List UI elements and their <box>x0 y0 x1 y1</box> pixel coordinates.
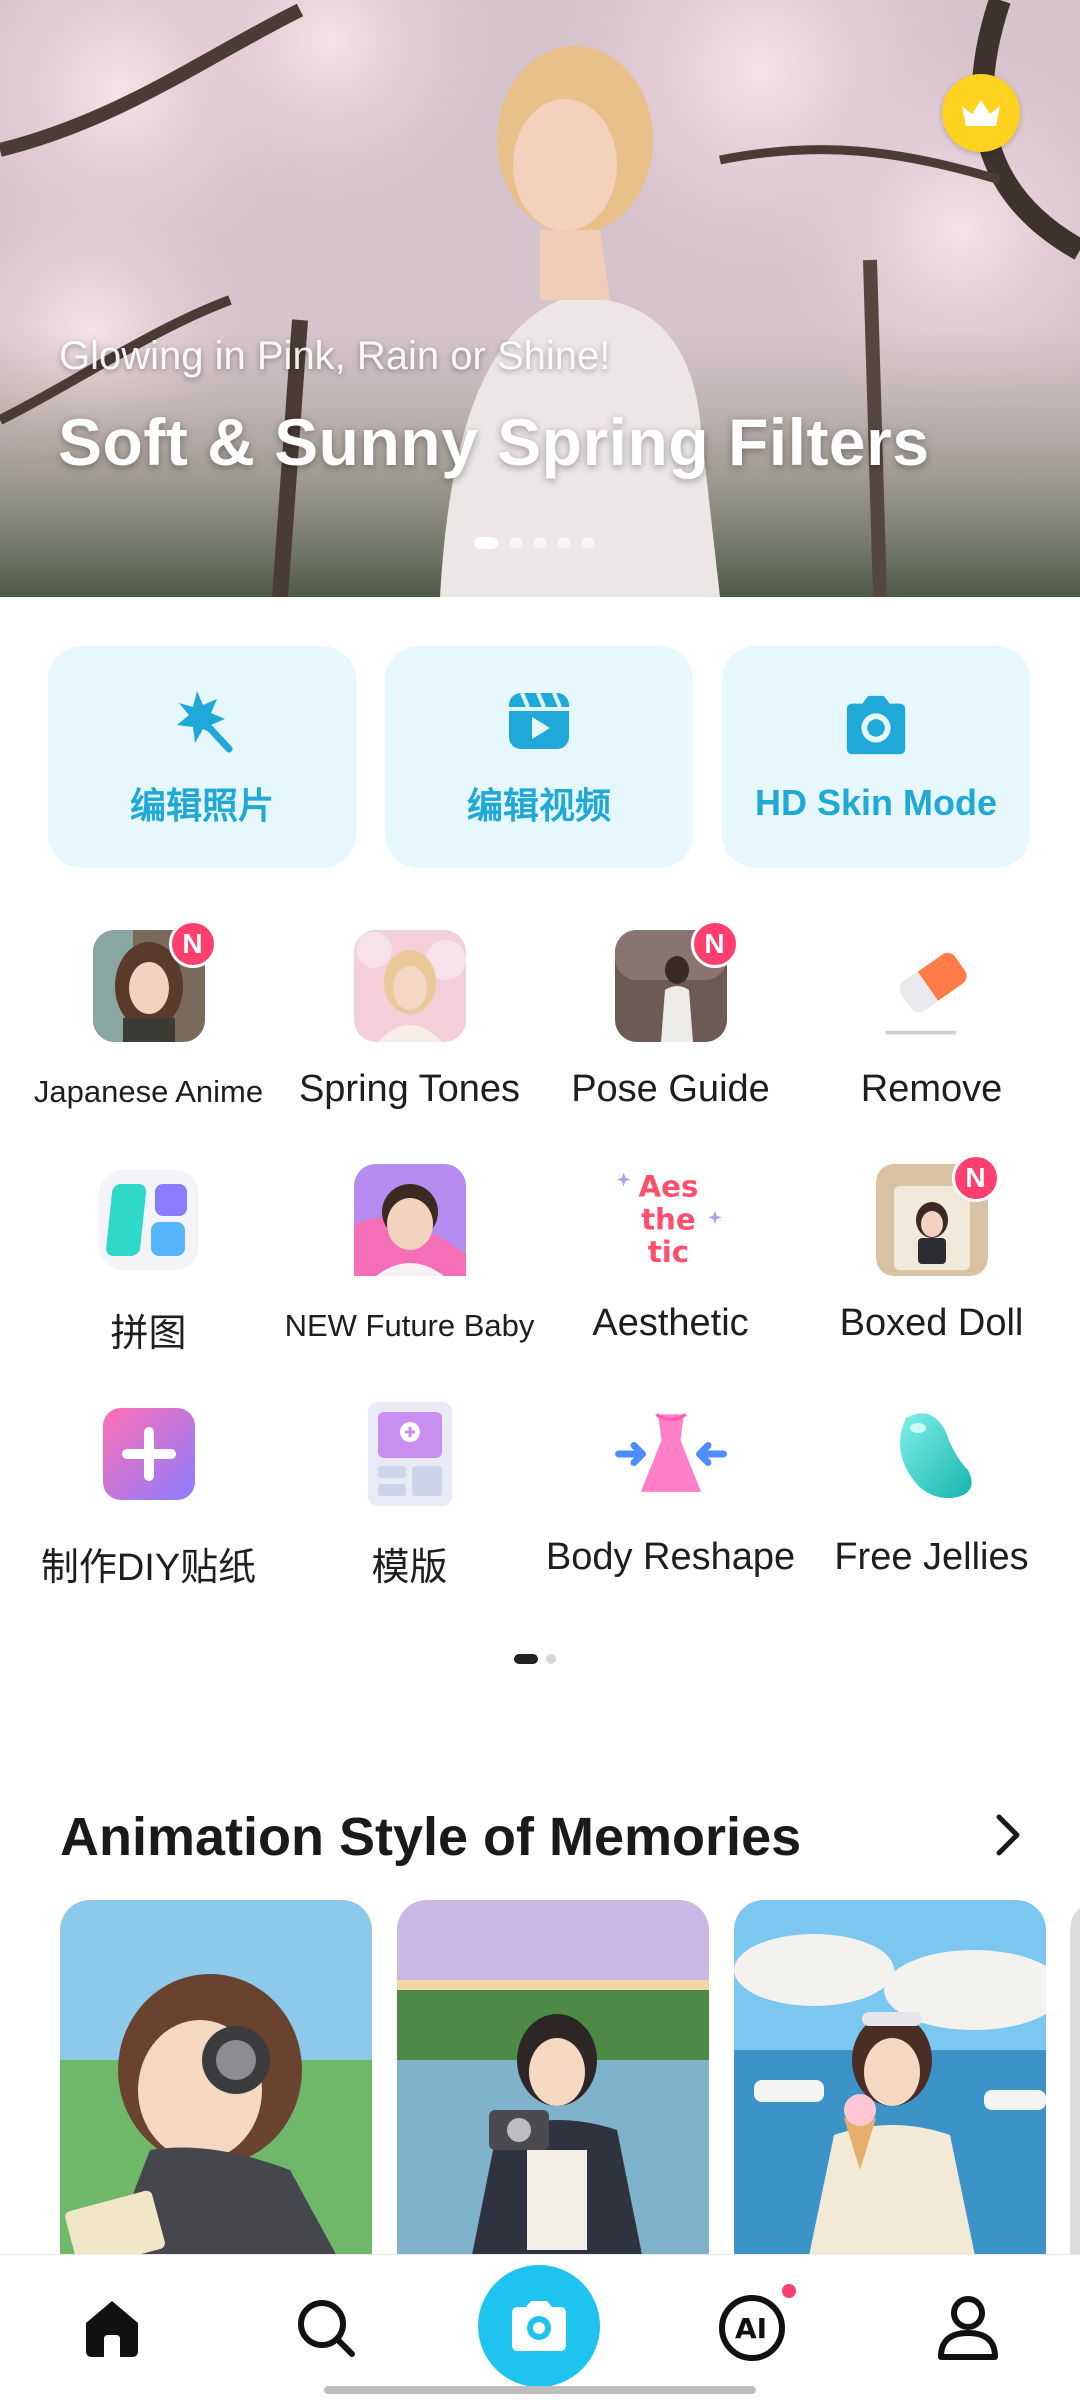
premium-crown-button[interactable] <box>942 74 1020 152</box>
tool-pose-guide[interactable]: N Pose Guide <box>540 920 801 1154</box>
pose-thumbnail: N <box>614 920 739 1042</box>
hero-banner[interactable]: Glowing in Pink, Rain or Shine! Soft & S… <box>0 0 1080 597</box>
tool-future-baby[interactable]: NEW Future Baby <box>279 1154 540 1388</box>
tool-label: Spring Tones <box>298 1068 521 1110</box>
svg-text:the: the <box>641 1202 696 1236</box>
hd-skin-mode-label: HD Skin Mode <box>754 782 997 823</box>
tool-spring-tones[interactable]: Spring Tones <box>279 920 540 1154</box>
spring-portrait-thumbnail <box>353 930 466 1042</box>
nav-ai[interactable]: AI <box>692 2255 812 2400</box>
tools-page-indicator <box>514 1654 556 1664</box>
baby-thumbnail <box>353 1164 466 1276</box>
section-title: Animation Style of Memories <box>60 1807 802 1867</box>
carousel-dot <box>558 537 570 549</box>
nav-home[interactable] <box>52 2255 172 2400</box>
carousel-dot <box>510 537 522 549</box>
carousel-dot <box>474 537 498 549</box>
tool-label: Japanese Anime <box>33 1074 264 1109</box>
aesthetic-text-icon: Aes the tic <box>615 1164 727 1276</box>
tool-label: Aesthetic <box>592 1302 749 1344</box>
tool-collage[interactable]: 拼图 <box>18 1154 279 1388</box>
page-dot <box>514 1654 538 1664</box>
carousel-dot <box>534 537 546 549</box>
edit-video-label: 编辑视频 <box>466 785 611 826</box>
nav-search[interactable] <box>266 2255 386 2400</box>
eraser-icon <box>876 930 988 1042</box>
nav-camera-button[interactable] <box>478 2265 600 2387</box>
camera-girl-card[interactable] <box>397 1900 709 2260</box>
svg-text:tic: tic <box>647 1235 688 1269</box>
edit-video-button[interactable]: 编辑视频 <box>385 646 693 868</box>
tool-aesthetic[interactable]: Aes the tic Aesthetic <box>540 1154 801 1388</box>
tool-boxed-doll[interactable]: N Boxed Doll <box>801 1154 1062 1388</box>
search-icon <box>298 2300 355 2357</box>
camera-icon <box>512 2301 566 2351</box>
tool-japanese-anime[interactable]: N Japanese Anime <box>18 920 279 1154</box>
animation-style-carousel <box>60 1900 1080 2260</box>
hero-carousel-indicator <box>474 537 594 549</box>
new-badge: N <box>168 920 217 968</box>
plus-sticker-icon <box>93 1398 205 1510</box>
hero-image <box>0 0 1080 597</box>
video-clapper-icon <box>504 685 574 755</box>
tool-templates[interactable]: 模版 <box>279 1388 540 1622</box>
new-badge: N <box>951 1154 1000 1202</box>
ai-notification-dot <box>782 2284 796 2298</box>
hd-skin-mode-button[interactable]: HD Skin Mode <box>722 646 1030 868</box>
tool-remove[interactable]: Remove <box>801 920 1062 1154</box>
tools-grid: N Japanese Anime Spring Tones N Pose Gui… <box>18 920 1062 1622</box>
ice-cream-girl-card[interactable] <box>734 1900 1046 2260</box>
svg-text:Aes: Aes <box>638 1170 698 1204</box>
section-more-button[interactable] <box>988 1810 1028 1860</box>
tool-diy-sticker[interactable]: 制作DIY贴纸 <box>18 1388 279 1622</box>
tool-label: Boxed Doll <box>839 1302 1024 1344</box>
home-indicator <box>324 2386 756 2394</box>
headphones-girl-card[interactable] <box>60 1900 372 2260</box>
boxed-doll-thumbnail: N <box>875 1154 1000 1276</box>
tool-label: 制作DIY贴纸 <box>40 1547 257 1589</box>
tool-label: 拼图 <box>110 1313 187 1355</box>
edit-photo-button[interactable]: 编辑照片 <box>48 646 356 868</box>
chevron-right-icon <box>996 1814 1020 1856</box>
tool-label: NEW Future Baby <box>284 1308 535 1343</box>
hero-title: Soft & Sunny Spring Filters <box>58 405 930 479</box>
magic-wand-icon <box>167 685 237 755</box>
profile-icon <box>938 2296 998 2360</box>
quick-actions: 编辑照片 编辑视频 HD Skin Mode <box>48 646 1030 868</box>
next-card-peek[interactable] <box>1070 1900 1080 2260</box>
crown-icon <box>962 100 1000 126</box>
new-badge: N <box>690 920 739 968</box>
collage-icon <box>93 1164 205 1276</box>
tool-label: Pose Guide <box>571 1068 770 1110</box>
tool-free-jellies[interactable]: Free Jellies <box>801 1388 1062 1622</box>
page-dot <box>546 1654 556 1664</box>
carousel-dot <box>582 537 594 549</box>
hero-subtitle: Glowing in Pink, Rain or Shine! <box>59 334 611 378</box>
tool-label: 模版 <box>371 1547 448 1589</box>
jelly-bean-icon <box>876 1398 988 1510</box>
svg-text:AI: AI <box>735 2312 767 2345</box>
home-icon <box>86 2301 138 2357</box>
tool-label: Body Reshape <box>545 1536 796 1578</box>
dress-reshape-icon <box>614 1398 727 1510</box>
camera-icon <box>841 690 911 760</box>
template-icon <box>354 1398 466 1510</box>
tool-label: Free Jellies <box>834 1536 1029 1578</box>
tool-body-reshape[interactable]: Body Reshape <box>540 1388 801 1622</box>
anime-girl-thumbnail: N <box>92 920 217 1042</box>
nav-profile[interactable] <box>908 2255 1028 2400</box>
ai-icon: AI <box>719 2295 785 2361</box>
tool-label: Remove <box>860 1068 1003 1110</box>
edit-photo-label: 编辑照片 <box>129 785 274 826</box>
